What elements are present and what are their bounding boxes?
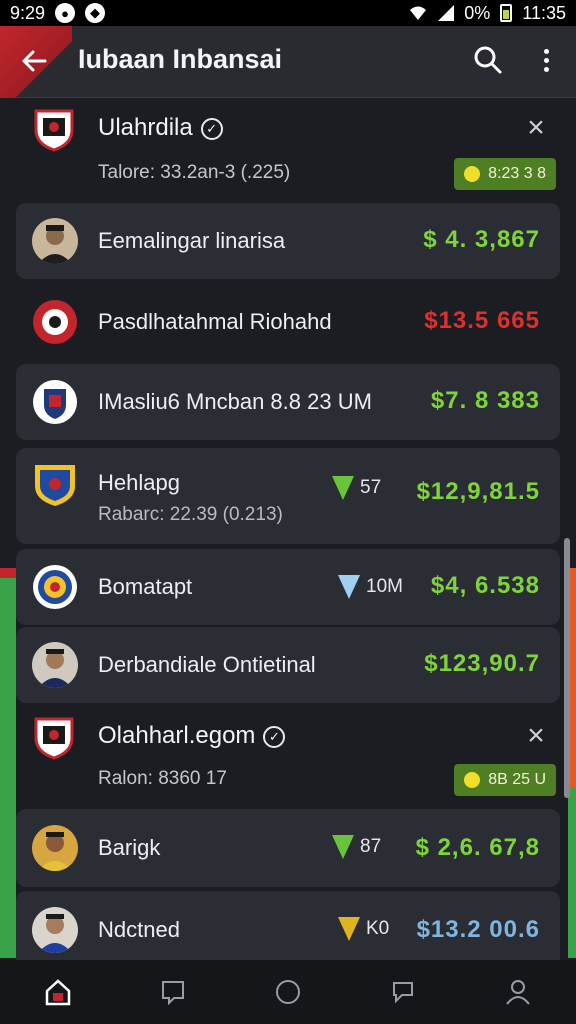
group-header: Ulahrdila ✓ × Talore: 33.2an-3 (.225) 8:2… [0,98,576,198]
group-title: Olahharl.egom ✓ [98,722,286,750]
item-price: $13.2 00.6 [416,916,540,943]
nav-circle-button[interactable] [270,974,306,1010]
group-subtitle: Ralon: 8360 17 [98,768,227,789]
list-item[interactable]: Ndctned K0 $13.2 00.6 [16,891,560,960]
dot [543,57,549,63]
item-price: $12,9,81.5 [416,478,540,505]
circle-home-icon [275,980,300,1004]
item-name: Ndctned [98,917,180,942]
avatar [32,907,78,953]
dot [543,66,549,72]
verified-icon: ✓ [263,725,286,748]
item-price: $7. 8 383 [430,387,540,414]
chip-value: 8:23 3 8 [488,165,546,182]
search-icon [474,46,502,74]
balance-chip: 8:23 3 8 [454,158,556,190]
trend-value: 57 [360,477,382,498]
club-crest-icon [34,717,74,760]
nav-back-button[interactable] [155,974,191,1010]
scrollbar[interactable] [564,538,570,798]
club-crest-icon [35,465,75,506]
item-meta: Rabarc: 22.39 (0.213) [98,504,283,525]
close-button[interactable]: × [522,721,550,751]
dot [543,48,549,54]
list-item[interactable]: Eemalingar linarisa $ 4. 3,867 [16,203,560,279]
item-name: Derbandiale Ontietinal [98,652,316,677]
group-title-text: Olahharl.egom [98,722,256,749]
square-back-icon [161,981,184,1005]
wifi-icon [410,6,427,20]
avatar [32,825,78,871]
trend-indicator: K0 [338,917,389,941]
messenger-icon: ◆ [85,3,106,23]
item-name: Hehlapg [98,470,180,495]
back-button[interactable] [16,43,52,79]
club-logo-icon [33,300,77,344]
verified-icon: ✓ [200,117,223,140]
list-item[interactable]: Hehlapg Rabarc: 22.39 (0.213) 57 $12,9,8… [16,448,560,544]
bottom-navigation [0,960,576,1024]
list-item[interactable]: Bomatapt 10M $4, 6.538 [16,549,560,625]
more-options-button[interactable] [532,42,560,78]
list-item[interactable]: Barigk 87 $ 2,6. 67,8 [16,809,560,887]
trend-value: 10M [366,576,403,597]
trend-indicator: 87 [332,835,381,859]
status-time-right: 11:35 [522,2,566,23]
avatar [32,218,78,264]
side-decoration [568,788,576,958]
club-crest-icon [34,109,74,152]
item-price: $4, 6.538 [430,572,540,599]
close-button[interactable]: × [522,113,550,143]
trend-down-icon [338,575,360,599]
group-title: Ulahrdila ✓ [98,114,223,142]
club-logo-icon [33,565,77,609]
nav-home-button[interactable] [40,974,76,1010]
item-price: $ 4. 3,867 [423,226,540,253]
coin-icon [464,772,481,788]
trend-indicator: 57 [332,476,381,500]
item-name: IMasliu6 Mncban 8.8 23 UM [98,389,372,414]
status-time-left: 9:29 [10,2,46,23]
battery-icon [500,4,513,22]
chat-icon [393,982,414,1004]
trend-value: 87 [360,836,382,857]
item-name: Eemalingar linarisa [98,228,286,253]
market-list[interactable]: Ulahrdila ✓ × Talore: 33.2an-3 (.225) 8:2… [0,98,576,960]
notification-icon: ● [55,3,76,23]
trend-down-icon [338,917,360,941]
battery-percent: 0% [464,2,491,23]
coin-icon [464,166,481,182]
item-name: Barigk [98,835,161,860]
chip-value: 8B 25 U [488,771,546,788]
item-price: $123,90.7 [424,650,540,677]
item-name: Pasdlhatahmal Riohahd [98,309,332,334]
item-name: Bomatapt [98,574,193,599]
list-item[interactable]: Pasdlhatahmal Riohahd $13.5 665 [16,284,560,360]
club-crest-icon [33,380,77,424]
search-button[interactable] [470,42,506,78]
home-icon [45,979,70,1006]
group-subtitle: Talore: 33.2an-3 (.225) [98,162,291,183]
status-bar: 9:29 ● ◆ 0% 11:35 [0,0,576,26]
item-price: $ 2,6. 67,8 [415,834,540,861]
trend-value: K0 [366,918,390,939]
arrow-left-icon [22,50,47,72]
profile-icon [506,980,531,1005]
page-title: Iubaan Inbansai [78,44,283,74]
signal-icon [438,5,455,21]
nav-chat-button[interactable] [385,974,421,1010]
avatar [32,642,78,688]
nav-profile-button[interactable] [500,974,536,1010]
group-header: Olahharl.egom ✓ × Ralon: 8360 17 8B 25 U [0,710,576,810]
group-title-text: Ulahrdila [98,114,193,141]
trend-down-icon [332,835,354,859]
trend-indicator: 10M [338,575,403,599]
list-item[interactable]: IMasliu6 Mncban 8.8 23 UM $7. 8 383 [16,364,560,440]
item-price: $13.5 665 [424,307,540,334]
balance-chip: 8B 25 U [454,764,556,796]
trend-down-icon [332,476,354,500]
list-item[interactable]: Derbandiale Ontietinal $123,90.7 [16,627,560,703]
